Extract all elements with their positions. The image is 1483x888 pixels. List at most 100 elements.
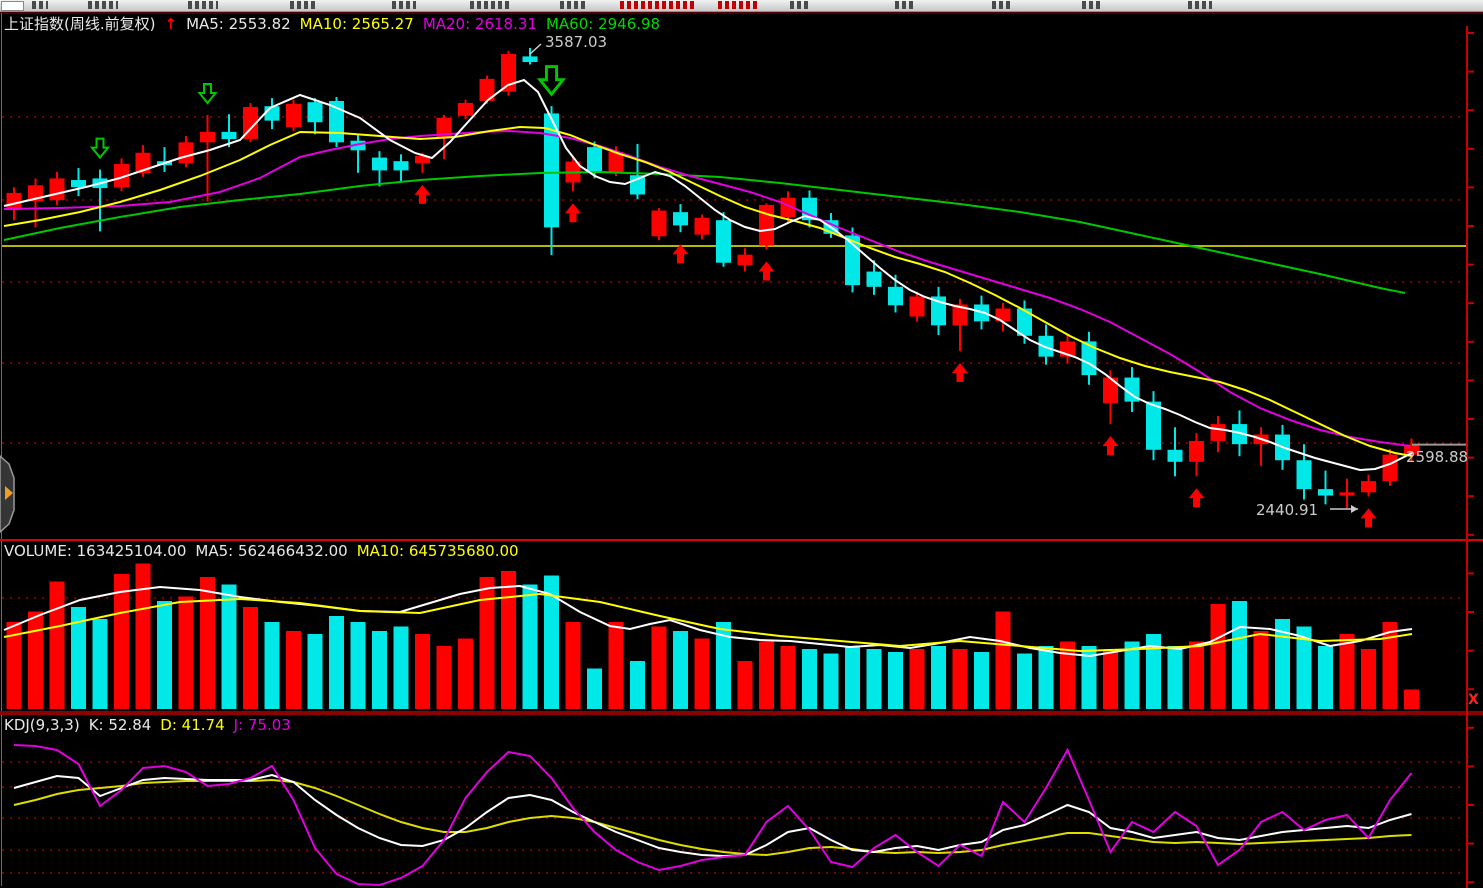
stock-app-window: 3587.032440.912598.88 上证指数(周线.前复权)↑MA5: … [0, 0, 1483, 888]
volume-bar [1039, 646, 1054, 709]
volume-bar [329, 616, 344, 709]
volume-bar [1361, 649, 1376, 709]
kdj-indicator-name: KDJ(9,3,3) [4, 716, 80, 734]
chart-canvas[interactable]: 3587.03 2440.91 2598.88 [0, 0, 1483, 888]
volume-bar [93, 619, 108, 709]
buy-arrow-icon [565, 203, 581, 222]
candle-body [652, 211, 667, 237]
volume-bar [136, 564, 151, 710]
volume-bar [609, 622, 624, 709]
candle-body [910, 296, 925, 316]
volume-bar [630, 661, 645, 709]
candle-body [523, 56, 538, 62]
candle-body [738, 255, 753, 265]
candle-body [222, 132, 237, 139]
buy-arrow-icon [415, 185, 431, 204]
sell-arrow-icon [92, 139, 108, 158]
candle-body [501, 54, 516, 92]
volume-bar [1146, 634, 1161, 709]
close-indicator-button[interactable]: X [1468, 692, 1479, 708]
buy-arrow-icon [673, 244, 689, 263]
volume-bar [1404, 690, 1419, 710]
volume-bar [372, 631, 387, 709]
low-label: 2440.91 [1256, 501, 1318, 519]
volume-bar [996, 612, 1011, 710]
volume-bar [845, 646, 860, 709]
candle-body [587, 147, 602, 172]
volume-bar [50, 582, 65, 710]
volume-bar [1232, 601, 1247, 709]
volume-bar [200, 577, 215, 709]
volume-bar [179, 597, 194, 710]
volume-bar [501, 571, 516, 709]
candle-body [265, 106, 280, 120]
candle-body [867, 272, 882, 287]
volume-bar [1211, 604, 1226, 709]
volume-bar [781, 646, 796, 709]
volume-bar [652, 627, 667, 710]
volume-bar [587, 669, 602, 710]
candle-body [71, 180, 86, 187]
candle-body [1383, 455, 1398, 481]
kdj-pane-divider [0, 711, 1483, 715]
candle-body [308, 102, 323, 122]
volume-value: VOLUME: 163425104.00 [4, 542, 186, 560]
volume-bar [1383, 622, 1398, 709]
candle-body [394, 161, 409, 170]
candle-body [1082, 341, 1097, 375]
volume-pane [4, 564, 1419, 710]
volume-bar [1189, 642, 1204, 710]
volume-bar [523, 585, 538, 710]
volume-ma5-value: MA5: 562466432.00 [195, 542, 347, 560]
kdj-j-value: J: 75.03 [234, 716, 291, 734]
volume-pane-divider [0, 539, 1483, 541]
volume-bar [286, 631, 301, 709]
ma5-value: MA5: 2553.82 [186, 15, 291, 33]
candle-body [179, 142, 194, 163]
volume-bar [1103, 649, 1118, 709]
volume-bar [480, 577, 495, 709]
candle-body [372, 158, 387, 171]
volume-header: VOLUME: 163425104.00MA5: 562466432.00MA1… [4, 542, 528, 560]
signal-markers [92, 67, 1377, 528]
candle-body [1340, 492, 1355, 495]
right-axis [1467, 26, 1474, 888]
peak-high-label: 3587.03 [545, 33, 607, 51]
volume-bar [931, 646, 946, 709]
volume-bar [308, 634, 323, 709]
ma-lines [4, 80, 1412, 470]
buy-arrow-icon [952, 363, 968, 382]
candle-body [286, 104, 301, 127]
candle-body [1297, 460, 1312, 489]
candle-body [673, 212, 688, 225]
buy-arrow-icon [1189, 488, 1205, 507]
buy-arrow-icon [1103, 436, 1119, 455]
ma20-line [4, 131, 1410, 446]
volume-bar [867, 649, 882, 709]
volume-bar [243, 607, 258, 709]
volume-bar [437, 646, 452, 709]
sell-arrow-big-icon [540, 67, 563, 95]
kdj-d-line [14, 780, 1412, 855]
volume-bar [738, 661, 753, 709]
candle-body [1361, 481, 1376, 492]
ma10-value: MA10: 2565.27 [300, 15, 414, 33]
candle-body [888, 287, 903, 305]
volume-bar [222, 585, 237, 710]
volume-bar [1254, 631, 1269, 709]
volume-bar [114, 574, 129, 709]
candle-body [759, 205, 774, 246]
volume-bar [802, 649, 817, 709]
last-price-label: 2598.88 [1406, 448, 1468, 466]
ma20-value: MA20: 2618.31 [423, 15, 537, 33]
kdj-k-line [14, 775, 1412, 856]
candle-body [1318, 489, 1333, 495]
volume-bar [415, 634, 430, 709]
volume-bar [673, 631, 688, 709]
ma60-value: MA60: 2946.98 [546, 15, 660, 33]
volume-bar [974, 652, 989, 709]
volume-bar [28, 612, 43, 710]
candle-body [458, 103, 473, 116]
volume-bar [458, 639, 473, 710]
volume-bar [953, 649, 968, 709]
